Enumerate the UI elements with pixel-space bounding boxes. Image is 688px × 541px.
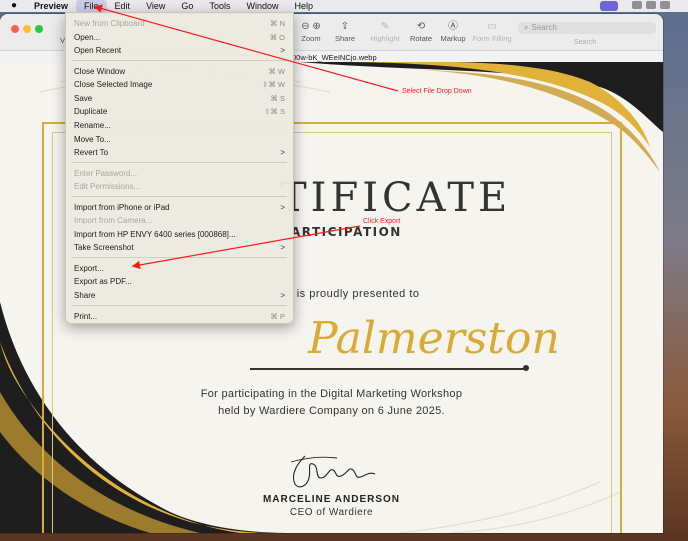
arrow-to-file-menu <box>93 4 399 92</box>
annotation-click-export: Click Export <box>363 218 401 225</box>
annotation-arrows <box>93 4 399 270</box>
annotation-select-file: Select File Drop Down <box>402 88 472 95</box>
arrow-to-export <box>131 225 361 270</box>
